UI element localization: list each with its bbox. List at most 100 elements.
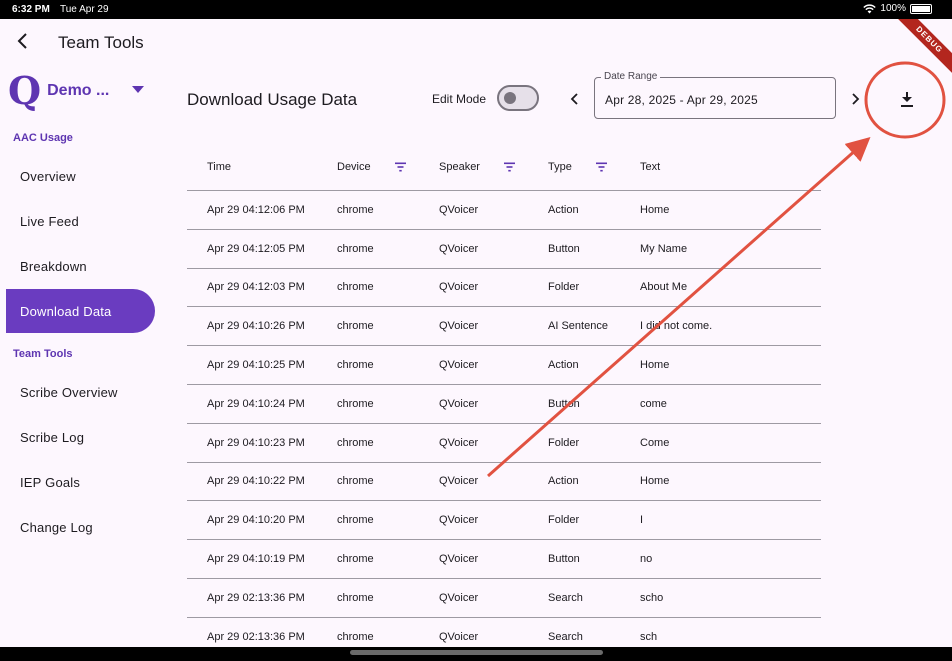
chevron-right-icon[interactable] bbox=[849, 92, 861, 106]
sidebar-item-label: Change Log bbox=[20, 519, 93, 535]
cell-speaker: QVoicer bbox=[439, 242, 479, 255]
sidebar-item-label: Live Feed bbox=[20, 213, 79, 229]
download-icon[interactable] bbox=[896, 89, 918, 111]
sidebar-item-breakdown[interactable]: Breakdown bbox=[6, 244, 155, 288]
cell-device: chrome bbox=[337, 630, 374, 643]
table-row: Apr 29 04:10:20 PM chrome QVoicer Folder I bbox=[187, 501, 821, 541]
sidebar-item-overview[interactable]: Overview bbox=[6, 154, 155, 198]
cell-device: chrome bbox=[337, 281, 374, 294]
cell-speaker: QVoicer bbox=[439, 320, 479, 333]
cell-type: Folder bbox=[548, 281, 580, 294]
cell-speaker: QVoicer bbox=[439, 475, 479, 488]
table-row: Apr 29 04:12:06 PM chrome QVoicer Action Hom… bbox=[187, 191, 821, 230]
home-bar bbox=[0, 647, 952, 661]
section-aac-usage: AAC Usage bbox=[13, 132, 73, 144]
filter-icon[interactable] bbox=[504, 162, 515, 171]
cell-time: Apr 29 04:10:24 PM bbox=[207, 397, 305, 410]
sidebar-item-scribe-overview[interactable]: Scribe Overview bbox=[6, 370, 155, 414]
sidebar-item-iep-goals[interactable]: IEP Goals bbox=[6, 460, 155, 504]
cell-time: Apr 29 04:12:06 PM bbox=[207, 203, 305, 216]
table-header: Time Device Speaker Type Text bbox=[187, 143, 821, 191]
sidebar-item-scribe-log[interactable]: Scribe Log bbox=[6, 415, 155, 459]
arrow-back-icon[interactable] bbox=[14, 31, 32, 51]
cell-text: scho bbox=[640, 591, 664, 604]
table-row: Apr 29 02:13:36 PM chrome QVoicer Search sch bbox=[187, 618, 821, 647]
sidebar-item-download-data[interactable]: Download Data bbox=[6, 289, 155, 333]
sidebar-item-label: Overview bbox=[20, 168, 76, 184]
cell-device: chrome bbox=[337, 203, 374, 216]
page-title: Download Usage Data bbox=[187, 90, 358, 109]
org-name: Demo ... bbox=[47, 82, 110, 99]
cell-device: chrome bbox=[337, 242, 374, 255]
table-row: Apr 29 04:10:22 PM chrome QVoicer Action Hom… bbox=[187, 463, 821, 502]
cell-time: Apr 29 04:12:03 PM bbox=[207, 281, 305, 294]
cell-device: chrome bbox=[337, 591, 374, 604]
caret-down-icon[interactable] bbox=[132, 86, 144, 93]
cell-type: Action bbox=[548, 203, 579, 216]
debug-banner: DEBUG bbox=[892, 19, 952, 77]
section-team-tools: Team Tools bbox=[13, 348, 73, 360]
org-selector[interactable]: Q Demo ... bbox=[8, 72, 109, 110]
chevron-left-icon[interactable] bbox=[569, 92, 581, 106]
date-range-field[interactable]: Date Range Apr 28, 2025 - Apr 29, 2025 bbox=[594, 71, 836, 119]
column-header-text: Text bbox=[640, 160, 661, 173]
cell-text: My Name bbox=[640, 242, 688, 255]
toggle-knob bbox=[504, 92, 516, 104]
table-row: Apr 29 02:13:36 PM chrome QVoicer Search sch… bbox=[187, 579, 821, 618]
cell-type: Search bbox=[548, 591, 583, 604]
cell-speaker: QVoicer bbox=[439, 553, 479, 566]
cell-type: Folder bbox=[548, 514, 580, 527]
cell-speaker: QVoicer bbox=[439, 281, 479, 294]
table-row: Apr 29 04:10:26 PM chrome QVoicer AI Senten… bbox=[187, 307, 821, 347]
cell-time: Apr 29 02:13:36 PM bbox=[207, 591, 305, 604]
cell-time: Apr 29 02:13:36 PM bbox=[207, 630, 305, 643]
cell-time: Apr 29 04:10:19 PM bbox=[207, 553, 305, 566]
sidebar-item-live-feed[interactable]: Live Feed bbox=[6, 199, 155, 243]
cell-time: Apr 29 04:10:22 PM bbox=[207, 475, 305, 488]
cell-type: Button bbox=[548, 242, 580, 255]
cell-type: Action bbox=[548, 475, 579, 488]
sidebar-item-label: Download Data bbox=[20, 303, 112, 319]
sidebar-item-change-log[interactable]: Change Log bbox=[6, 505, 155, 549]
cell-time: Apr 29 04:12:05 PM bbox=[207, 242, 305, 255]
filter-icon[interactable] bbox=[596, 162, 607, 171]
sidebar-item-label: Scribe Overview bbox=[20, 384, 118, 400]
table-row: Apr 29 04:10:19 PM chrome QVoicer Button no bbox=[187, 540, 821, 579]
cell-type: Action bbox=[548, 359, 579, 372]
cell-type: AI Sentence bbox=[548, 320, 608, 333]
table-row: Apr 29 04:12:03 PM chrome QVoicer Folder Abo… bbox=[187, 269, 821, 308]
battery-percent: 100% bbox=[880, 3, 906, 14]
table-row: Apr 29 04:10:23 PM chrome QVoicer Folder Com… bbox=[187, 424, 821, 463]
cell-text: no bbox=[640, 553, 653, 566]
home-indicator[interactable] bbox=[350, 650, 603, 655]
table-row: Apr 29 04:10:25 PM chrome QVoicer Action Hom… bbox=[187, 346, 821, 385]
usage-table: Time Device Speaker Type Text Apr 29 04:… bbox=[187, 143, 821, 647]
column-header-type: Type bbox=[548, 160, 572, 173]
sidebar-item-label: Scribe Log bbox=[20, 429, 85, 445]
column-header-speaker: Speaker bbox=[439, 160, 480, 173]
cell-device: chrome bbox=[337, 397, 374, 410]
edit-mode-toggle[interactable] bbox=[497, 85, 539, 111]
cell-speaker: QVoicer bbox=[439, 203, 479, 216]
cell-speaker: QVoicer bbox=[439, 591, 479, 604]
cell-device: chrome bbox=[337, 320, 374, 333]
status-right: 100% bbox=[863, 3, 932, 14]
cell-time: Apr 29 04:10:20 PM bbox=[207, 514, 305, 527]
cell-device: chrome bbox=[337, 553, 374, 566]
cell-text: I bbox=[640, 514, 644, 527]
edit-mode-label: Edit Mode bbox=[432, 92, 487, 106]
cell-type: Button bbox=[548, 553, 580, 566]
date-range-label: Date Range bbox=[601, 71, 661, 82]
status-bar: 6:32 PM Tue Apr 29 100% bbox=[0, 0, 952, 19]
cell-speaker: QVoicer bbox=[439, 359, 479, 372]
cell-time: Apr 29 04:10:26 PM bbox=[207, 320, 305, 333]
cell-speaker: QVoicer bbox=[439, 436, 479, 449]
sidebar-item-label: IEP Goals bbox=[20, 474, 81, 490]
table-row: Apr 29 04:12:05 PM chrome QVoicer Button My … bbox=[187, 230, 821, 269]
table-row: Apr 29 04:10:24 PM chrome QVoicer Button com… bbox=[187, 385, 821, 424]
app-title: Team Tools bbox=[58, 33, 144, 52]
filter-icon[interactable] bbox=[395, 162, 406, 171]
cell-text: Home bbox=[640, 475, 670, 488]
status-date: Tue Apr 29 bbox=[60, 4, 109, 15]
date-range-value: Apr 28, 2025 - Apr 29, 2025 bbox=[605, 93, 758, 107]
